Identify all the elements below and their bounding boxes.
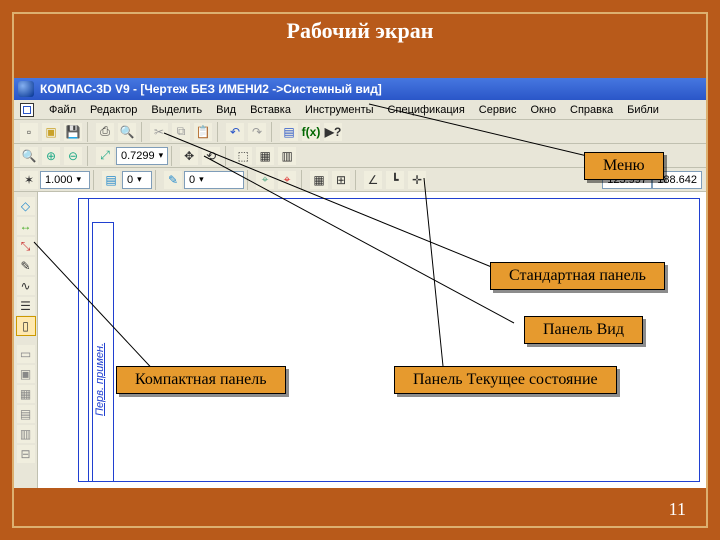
tool-f[interactable]: ⊟ — [16, 444, 36, 464]
menu-help[interactable]: Справка — [570, 104, 613, 116]
snap-toggle[interactable]: ⌖ — [255, 170, 275, 190]
separator — [155, 170, 159, 190]
menu-bar: Файл Редактор Выделить Вид Вставка Инстр… — [14, 100, 706, 120]
zoom-value-field[interactable]: 0.7299 — [116, 147, 168, 165]
edit-tab[interactable]: ✎ — [16, 256, 36, 276]
menu-spec[interactable]: Спецификация — [388, 104, 465, 116]
callout-compact-panel: Компактная панель — [116, 366, 286, 394]
separator — [171, 146, 175, 166]
menu-file[interactable]: Файл — [49, 104, 76, 116]
scale-field[interactable]: 1.000 — [40, 171, 90, 189]
separator — [355, 170, 359, 190]
zoom-window-button[interactable]: 🔍 — [19, 146, 39, 166]
callout-standard-panel: Стандартная панель — [490, 262, 665, 290]
local-cs-button[interactable]: ┗ — [385, 170, 405, 190]
tool-c[interactable]: ▦ — [16, 384, 36, 404]
tool-d[interactable]: ▤ — [16, 404, 36, 424]
menu-insert[interactable]: Вставка — [250, 104, 291, 116]
menu-window[interactable]: Окно — [530, 104, 556, 116]
cut-button[interactable]: ✂ — [149, 122, 169, 142]
page-number: 11 — [669, 499, 686, 520]
notation-tab[interactable]: ⤡ — [16, 236, 36, 256]
geometry-tab[interactable]: ◇ — [16, 196, 36, 216]
copy-button[interactable]: ⧉ — [171, 122, 191, 142]
snap-magnet[interactable]: ⌖ — [277, 170, 297, 190]
vertical-stamp-label: Перв. примен. — [94, 343, 106, 416]
title-bar: КОМПАС-3D V9 - [Чертеж БЕЗ ИМЕНИ2 ->Сист… — [14, 78, 706, 100]
slide-title: Рабочий экран — [0, 18, 720, 44]
callout-menu: Меню — [584, 152, 664, 180]
callout-state-panel: Панель Текущее состояние — [394, 366, 617, 394]
layers-icon[interactable]: ▤ — [101, 170, 121, 190]
tool-e[interactable]: ▥ — [16, 424, 36, 444]
new-button[interactable]: ▫ — [19, 122, 39, 142]
separator — [93, 170, 97, 190]
ortho-button[interactable]: ⊞ — [331, 170, 351, 190]
layer-field[interactable]: 0 — [184, 171, 244, 189]
refresh-button[interactable]: ▦ — [255, 146, 275, 166]
separator — [87, 122, 91, 142]
zoom-in-button[interactable]: ⊕ — [41, 146, 61, 166]
properties-button[interactable]: ▤ — [279, 122, 299, 142]
separator — [271, 122, 275, 142]
menu-library[interactable]: Библи — [627, 104, 659, 116]
standard-toolbar: ▫ ▣ 💾 ⎙ 🔍 ✂ ⧉ 📋 ↶ ↷ ▤ f(x) ▶? — [14, 120, 706, 144]
state-icon[interactable]: ✶ — [19, 170, 39, 190]
redo-button[interactable]: ↷ — [247, 122, 267, 142]
menu-view[interactable]: Вид — [216, 104, 236, 116]
separator — [217, 122, 221, 142]
ucs-button[interactable]: ✛ — [407, 170, 427, 190]
style-icon[interactable]: ✎ — [163, 170, 183, 190]
print-button[interactable]: ⎙ — [95, 122, 115, 142]
layers-button[interactable]: ▥ — [277, 146, 297, 166]
measure-tab[interactable]: ☰ — [16, 296, 36, 316]
dimension-tab[interactable]: ↔ — [16, 216, 36, 236]
separator — [225, 146, 229, 166]
open-button[interactable]: ▣ — [41, 122, 61, 142]
separator — [87, 146, 91, 166]
zoom-fit-button[interactable]: ⤢ — [95, 146, 115, 166]
callout-view-panel: Панель Вид — [524, 316, 643, 344]
separator — [247, 170, 251, 190]
variables-button[interactable]: f(x) — [301, 122, 321, 142]
step-field[interactable]: 0 — [122, 171, 152, 189]
paste-button[interactable]: 📋 — [193, 122, 213, 142]
menu-edit[interactable]: Редактор — [90, 104, 137, 116]
param-tab[interactable]: ∿ — [16, 276, 36, 296]
save-button[interactable]: 💾 — [63, 122, 83, 142]
document-icon — [20, 103, 34, 117]
compact-panel: ◇ ↔ ⤡ ✎ ∿ ☰ ▯ ▭ ▣ ▦ ▤ ▥ ⊟ — [14, 192, 38, 488]
menu-tools[interactable]: Инструменты — [305, 104, 374, 116]
undo-button[interactable]: ↶ — [225, 122, 245, 142]
separator — [141, 122, 145, 142]
tool-a[interactable]: ▭ — [16, 344, 36, 364]
rotate-button[interactable]: ⟲ — [201, 146, 221, 166]
tool-b[interactable]: ▣ — [16, 364, 36, 384]
menu-select[interactable]: Выделить — [151, 104, 202, 116]
separator — [301, 170, 305, 190]
pan-button[interactable]: ✥ — [179, 146, 199, 166]
angle-button[interactable]: ∠ — [363, 170, 383, 190]
preview-button[interactable]: 🔍 — [117, 122, 137, 142]
zoom-out-button[interactable]: ⊖ — [63, 146, 83, 166]
redraw-button[interactable]: ⬚ — [233, 146, 253, 166]
help-pointer-button[interactable]: ▶? — [323, 122, 343, 142]
app-icon — [18, 81, 34, 97]
select-tab[interactable]: ▯ — [16, 316, 36, 336]
window-title: КОМПАС-3D V9 - [Чертеж БЕЗ ИМЕНИ2 ->Сист… — [40, 78, 382, 100]
menu-service[interactable]: Сервис — [479, 104, 517, 116]
grid-button[interactable]: ▦ — [309, 170, 329, 190]
